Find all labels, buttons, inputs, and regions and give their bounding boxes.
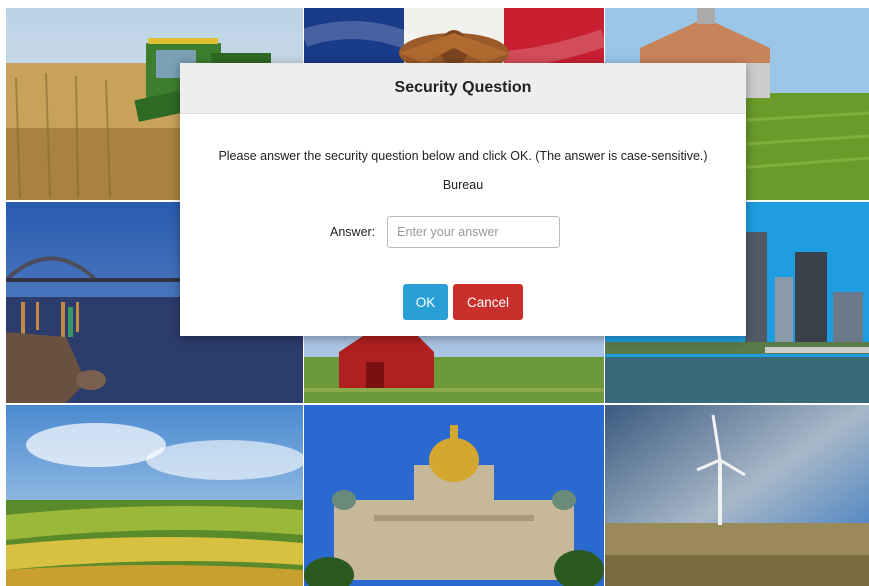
dialog-title: Security Question (394, 79, 532, 96)
farm-fields-photo (6, 405, 303, 586)
wind-turbine-photo (605, 405, 869, 586)
security-question-text: Bureau (442, 178, 484, 192)
answer-input[interactable] (387, 216, 561, 248)
state-capitol-photo (304, 405, 604, 586)
dialog-instructions: Please answer the security question belo… (218, 149, 708, 163)
ok-button[interactable]: OK (403, 284, 448, 320)
dialog-buttons: OK Cancel (403, 284, 523, 320)
answer-row: Answer: (330, 216, 561, 248)
answer-label: Answer: (330, 225, 376, 239)
dialog-header: Security Question (180, 63, 746, 114)
cancel-button[interactable]: Cancel (453, 284, 523, 320)
security-question-dialog: Security Question Please answer the secu… (180, 63, 746, 336)
